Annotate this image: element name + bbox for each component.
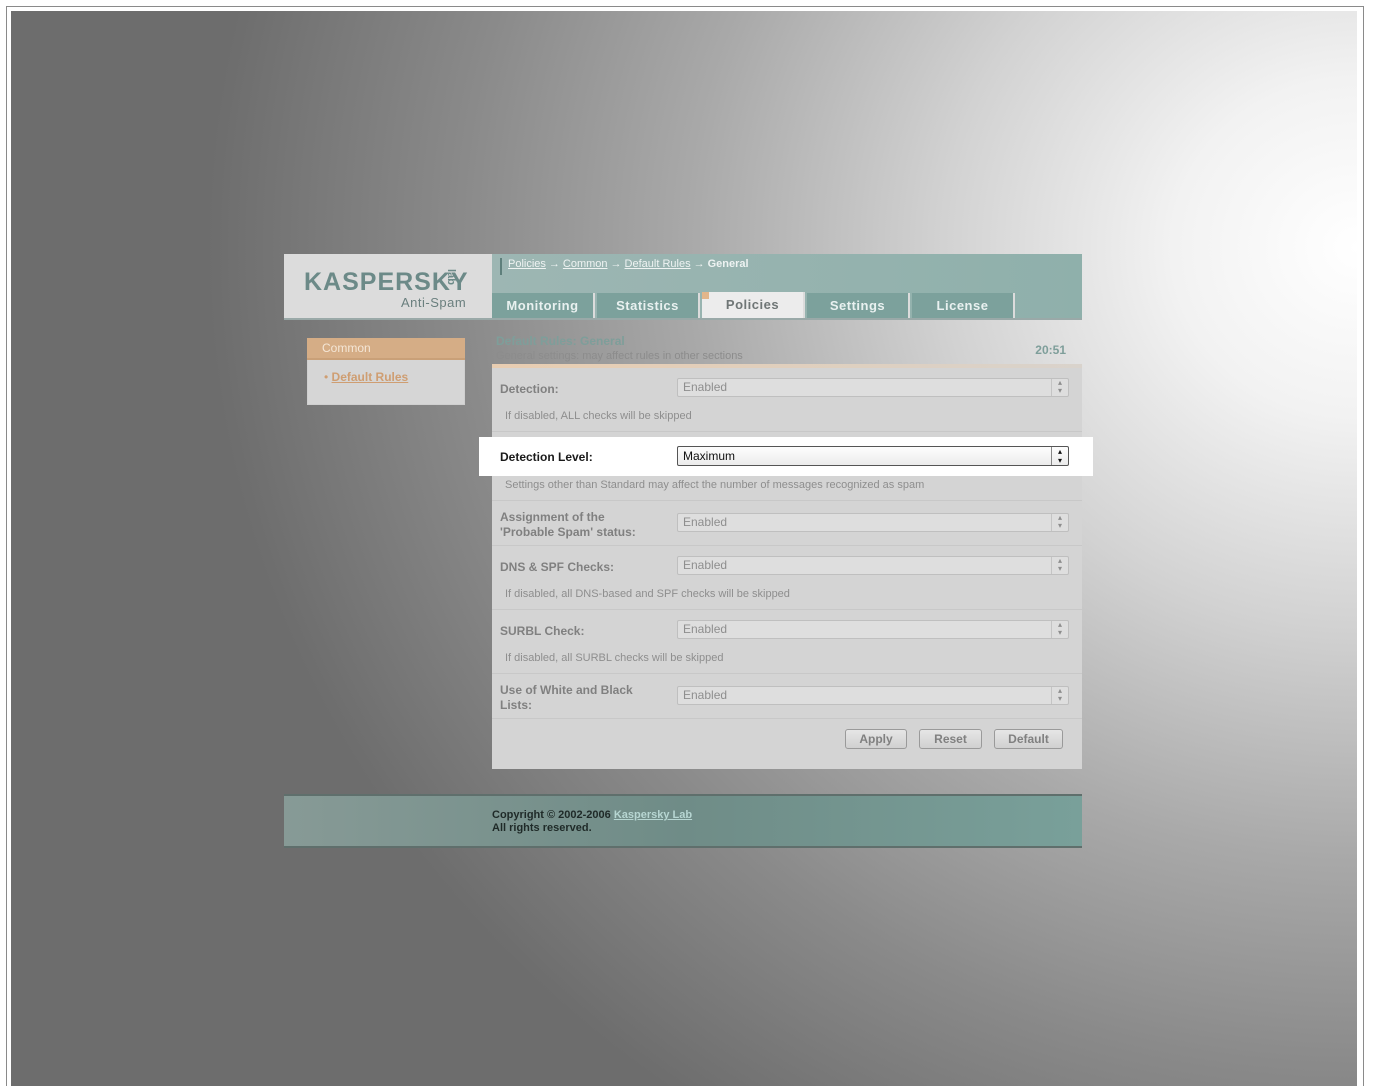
breadcrumb-common[interactable]: Common — [563, 258, 608, 270]
dns-spf-value: Enabled — [683, 558, 728, 572]
detection-level-hint: Settings other than Standard may affect … — [505, 479, 925, 491]
detection-select[interactable]: Enabled ▴ ▾ — [677, 378, 1069, 397]
bullet-icon: • — [324, 370, 332, 384]
dns-spf-select[interactable]: Enabled ▴ ▾ — [677, 556, 1069, 575]
product-name: Anti-Spam — [401, 295, 467, 310]
clock: 20:51 — [1035, 343, 1066, 357]
logo-lab-mark: lab — [444, 269, 457, 285]
sidebar-item: • Default Rules — [308, 360, 464, 384]
stepper-arrows-icon: ▴ ▾ — [1051, 514, 1068, 531]
probable-spam-label-line1: Assignment of the — [500, 510, 605, 524]
sidebar: Common • Default Rules — [307, 338, 465, 405]
detection-hint: If disabled, ALL checks will be skipped — [505, 410, 692, 422]
sidebar-item-default-rules[interactable]: Default Rules — [332, 370, 409, 384]
footer: Copyright © 2002-2006 Kaspersky Lab All … — [284, 794, 1082, 848]
page-subtitle: General settings: may affect rules in ot… — [496, 350, 743, 362]
detection-label: Detection: — [500, 382, 559, 396]
lists-select[interactable]: Enabled ▴ ▾ — [677, 686, 1069, 705]
main-content: Default Rules: General General settings:… — [492, 334, 1082, 769]
detection-level-value: Maximum — [683, 449, 736, 463]
stepper-arrows-icon: ▴ ▾ — [1051, 379, 1068, 396]
rights-text: All rights reserved. — [492, 822, 592, 834]
surbl-hint: If disabled, all SURBL checks will be sk… — [505, 652, 724, 664]
sidebar-list: • Default Rules — [307, 360, 465, 405]
probable-spam-value: Enabled — [683, 515, 728, 529]
dns-spf-hint: If disabled, all DNS-based and SPF check… — [505, 588, 790, 600]
stepper-arrows-icon: ▴ ▾ — [1051, 557, 1068, 574]
detection-level-select[interactable]: Maximum ▴ ▾ — [677, 446, 1069, 466]
setting-row-detection: Detection: Enabled ▴ ▾ — [492, 368, 1082, 410]
surbl-label: SURBL Check: — [500, 624, 585, 638]
app-window: KASPERSKY lab Anti-Spam Policies → Common →… — [284, 254, 1093, 769]
surbl-select[interactable]: Enabled ▴ ▾ — [677, 620, 1069, 639]
probable-spam-label-line2: 'Probable Spam' status: — [500, 525, 636, 539]
kaspersky-logo: KASPERSKY — [304, 268, 469, 296]
breadcrumb-policies[interactable]: Policies — [508, 258, 546, 270]
lists-label-line2: Lists: — [500, 698, 533, 712]
settings-panel: Detection: Enabled ▴ ▾ If disabled, ALL c… — [492, 368, 1082, 769]
footer-text: Copyright © 2002-2006 Kaspersky Lab All … — [492, 809, 692, 835]
page-title: Default Rules: General — [496, 334, 625, 348]
breadcrumb-arrow-icon: → — [548, 258, 560, 270]
surbl-value: Enabled — [683, 622, 728, 636]
setting-row-probable-spam: Assignment of the 'Probable Spam' status… — [492, 501, 1082, 545]
tab-statistics[interactable]: Statistics — [597, 293, 700, 318]
default-button[interactable]: Default — [994, 729, 1063, 749]
tab-monitoring[interactable]: Monitoring — [492, 293, 595, 318]
dns-spf-label: DNS & SPF Checks: — [500, 560, 615, 574]
setting-row-surbl: SURBL Check: Enabled ▴ ▾ — [492, 610, 1082, 652]
setting-row-dns-spf: DNS & SPF Checks: Enabled ▴ ▾ — [492, 546, 1082, 588]
breadcrumb-default-rules[interactable]: Default Rules — [625, 258, 691, 270]
tab-settings[interactable]: Settings — [807, 293, 910, 318]
breadcrumb: Policies → Common → Default Rules → General — [500, 258, 749, 275]
apply-button[interactable]: Apply — [845, 729, 907, 749]
header: KASPERSKY lab Anti-Spam Policies → Common →… — [284, 254, 1082, 318]
detection-level-row-highlighted: Detection Level: Maximum ▴ ▾ — [479, 437, 1093, 476]
lists-label-line1: Use of White and Black — [500, 683, 633, 697]
kaspersky-lab-link[interactable]: Kaspersky Lab — [614, 809, 692, 821]
setting-row-lists: Use of White and Black Lists: Enabled ▴ ▾ — [492, 674, 1082, 718]
stepper-arrows-icon: ▴ ▾ — [1051, 621, 1068, 638]
header-divider — [284, 318, 1082, 320]
copyright-text: Copyright © 2002-2006 — [492, 809, 611, 821]
lists-value: Enabled — [683, 688, 728, 702]
header-nav-area: Policies → Common → Default Rules → General Mo… — [492, 254, 1082, 318]
tab-policies[interactable]: Policies — [702, 292, 805, 318]
reset-button[interactable]: Reset — [919, 729, 982, 749]
detection-level-label: Detection Level: — [500, 450, 593, 464]
breadcrumb-current: General — [707, 258, 749, 270]
stepper-arrows-icon: ▴ ▾ — [1051, 687, 1068, 704]
button-bar: Apply Reset Default — [492, 719, 1082, 759]
tab-license[interactable]: License — [912, 293, 1015, 318]
sidebar-heading: Common — [307, 338, 465, 360]
stepper-arrows-icon: ▴ ▾ — [1051, 447, 1068, 465]
probable-spam-select[interactable]: Enabled ▴ ▾ — [677, 513, 1069, 532]
breadcrumb-arrow-icon: → — [693, 258, 705, 270]
breadcrumb-arrow-icon: → — [610, 258, 622, 270]
detection-value: Enabled — [683, 380, 728, 394]
